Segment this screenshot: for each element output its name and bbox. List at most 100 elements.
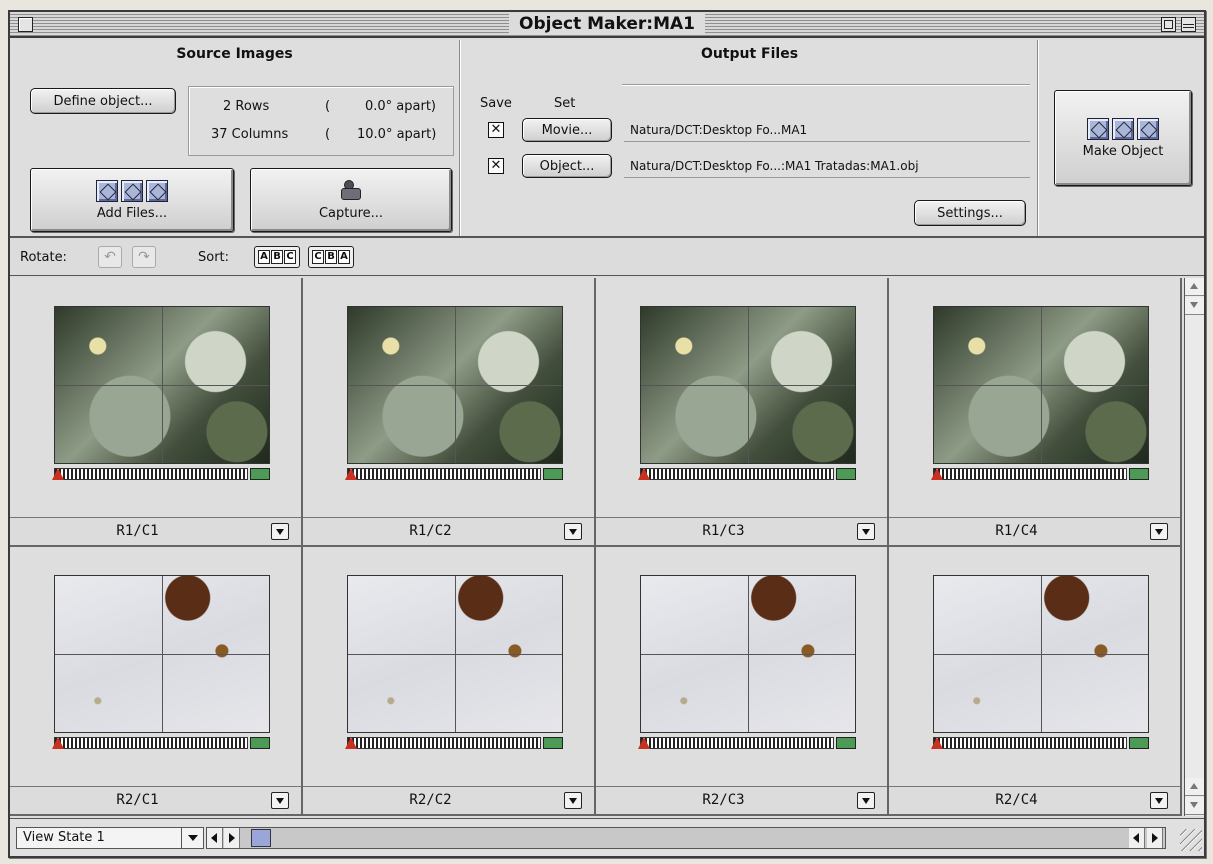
rotate-cw-button[interactable]: ↷ [132, 246, 156, 268]
sort-cba-button[interactable]: C B A [308, 246, 354, 268]
status-swatch [1129, 468, 1149, 480]
scroll-right-arrow-icon[interactable] [224, 828, 240, 848]
capture-button[interactable]: Capture... [250, 168, 452, 232]
source-image-thumbnail[interactable] [347, 575, 563, 733]
vertical-scrollbar[interactable] [1184, 278, 1204, 816]
tile-label-bar: R2/C3 [596, 786, 887, 814]
bottom-bar: View State 1 [10, 818, 1204, 856]
columns-paren: ( [325, 127, 331, 142]
object-path: Natura/DCT:Desktop Fo...:MA1 Tratadas:MA… [624, 154, 1030, 178]
frame-strip [933, 737, 1127, 749]
scroll-down-arrow-icon[interactable] [1185, 297, 1204, 315]
source-image-thumbnail[interactable] [640, 575, 856, 733]
save-object-checkbox[interactable]: ✕ [488, 158, 504, 174]
chevron-down-icon[interactable] [181, 828, 203, 848]
frame-strip [933, 468, 1127, 480]
cube-icon [146, 179, 168, 202]
tile-menu-chevron-down-icon[interactable] [271, 523, 289, 540]
image-tile[interactable]: R1/C4 [889, 278, 1182, 547]
sort-abc-button[interactable]: A B C [254, 246, 300, 268]
output-files-section: Output Files Save Set ✕ Movie... Natura/… [462, 40, 1038, 236]
status-swatch [250, 737, 270, 749]
tile-menu-chevron-down-icon[interactable] [857, 792, 875, 809]
scroll-down-arrow-icon[interactable] [1185, 797, 1204, 815]
collapse-box-icon[interactable] [1181, 17, 1196, 32]
image-tile[interactable]: R2/C4 [889, 547, 1182, 816]
scroll-up-arrow-icon[interactable] [1185, 278, 1204, 296]
sort-letter: C [312, 250, 324, 264]
rotate-label: Rotate: [20, 250, 67, 265]
image-grid: R1/C1 R1/C2 R1/C3 R1/C4 R2/C1 R2/C2 R2/C3 R2/C4 [10, 278, 1182, 816]
tile-menu-chevron-down-icon[interactable] [564, 792, 582, 809]
add-files-button[interactable]: Add Files... [30, 168, 234, 232]
scroll-up-arrow-icon[interactable] [1185, 778, 1204, 796]
source-image-thumbnail[interactable] [640, 306, 856, 464]
frame-strip [640, 468, 834, 480]
tile-label-bar: R2/C1 [10, 786, 301, 814]
source-images-title: Source Images [176, 46, 293, 62]
close-box-icon[interactable] [18, 17, 33, 32]
columns-count: 37 Columns [211, 127, 289, 142]
object-cubes-icon [96, 179, 168, 202]
camera-icon [338, 179, 364, 202]
title-bar[interactable]: Object Maker:MA1 [10, 12, 1204, 38]
top-panel: Source Images Define object... 2 Rows ( … [10, 40, 1204, 238]
image-tile[interactable]: R1/C1 [10, 278, 303, 547]
source-image-thumbnail[interactable] [54, 575, 270, 733]
save-movie-checkbox[interactable]: ✕ [488, 122, 504, 138]
source-image-thumbnail[interactable] [54, 306, 270, 464]
view-state-popup[interactable]: View State 1 [16, 827, 204, 849]
save-column-label: Save [480, 96, 512, 111]
frame-strip [347, 737, 541, 749]
tile-name: R1/C2 [409, 523, 452, 539]
status-swatch [836, 737, 856, 749]
image-tile[interactable]: R2/C1 [10, 547, 303, 816]
rows-apart: 0.0° apart) [365, 99, 437, 114]
tile-menu-chevron-down-icon[interactable] [271, 792, 289, 809]
sort-letter: A [338, 250, 350, 264]
tile-label-bar: R2/C2 [303, 786, 594, 814]
image-tile[interactable]: R1/C2 [303, 278, 596, 547]
define-object-button[interactable]: Define object... [30, 88, 176, 114]
window-title: Object Maker:MA1 [509, 13, 705, 35]
settings-button[interactable]: Settings... [914, 200, 1026, 226]
make-object-button[interactable]: Make Object [1054, 90, 1192, 186]
tile-name: R1/C3 [702, 523, 745, 539]
status-swatch [543, 468, 563, 480]
tile-menu-chevron-down-icon[interactable] [564, 523, 582, 540]
tile-label-bar: R1/C4 [889, 517, 1180, 545]
make-object-icon [1087, 117, 1159, 140]
frame-strip [54, 737, 248, 749]
source-images-section: Source Images Define object... 2 Rows ( … [10, 40, 460, 236]
tile-menu-chevron-down-icon[interactable] [1150, 792, 1168, 809]
zoom-box-icon[interactable] [1161, 17, 1176, 32]
toolbar: Rotate: ↶ ↷ Sort: A B C C B A [10, 240, 1204, 276]
rotate-ccw-button[interactable]: ↶ [98, 246, 122, 268]
sort-letter: A [258, 250, 270, 264]
horizontal-scrollbar[interactable] [206, 827, 1166, 849]
set-movie-button[interactable]: Movie... [522, 118, 612, 142]
capture-label: Capture... [318, 205, 384, 221]
source-image-thumbnail[interactable] [933, 306, 1149, 464]
tile-menu-chevron-down-icon[interactable] [857, 523, 875, 540]
image-tile[interactable]: R2/C3 [596, 547, 889, 816]
set-object-button[interactable]: Object... [522, 154, 612, 178]
status-swatch [836, 468, 856, 480]
scroll-thumb[interactable] [251, 829, 271, 847]
image-tile[interactable]: R1/C3 [596, 278, 889, 547]
tile-menu-chevron-down-icon[interactable] [1150, 523, 1168, 540]
source-image-thumbnail[interactable] [933, 575, 1149, 733]
set-column-label: Set [554, 96, 576, 111]
scroll-left-arrow-icon[interactable] [1129, 828, 1145, 848]
scroll-left-arrow-icon[interactable] [207, 828, 223, 848]
resize-grip-icon[interactable] [1180, 829, 1202, 851]
source-image-thumbnail[interactable] [347, 306, 563, 464]
image-tile[interactable]: R2/C2 [303, 547, 596, 816]
cube-icon [1137, 117, 1159, 140]
cube-icon [96, 179, 118, 202]
frame-strip [347, 468, 541, 480]
status-swatch [250, 468, 270, 480]
scroll-right-arrow-icon[interactable] [1147, 828, 1163, 848]
object-maker-window: Object Maker:MA1 Source Images Define ob… [8, 10, 1206, 858]
make-object-label: Make Object [1082, 143, 1164, 159]
